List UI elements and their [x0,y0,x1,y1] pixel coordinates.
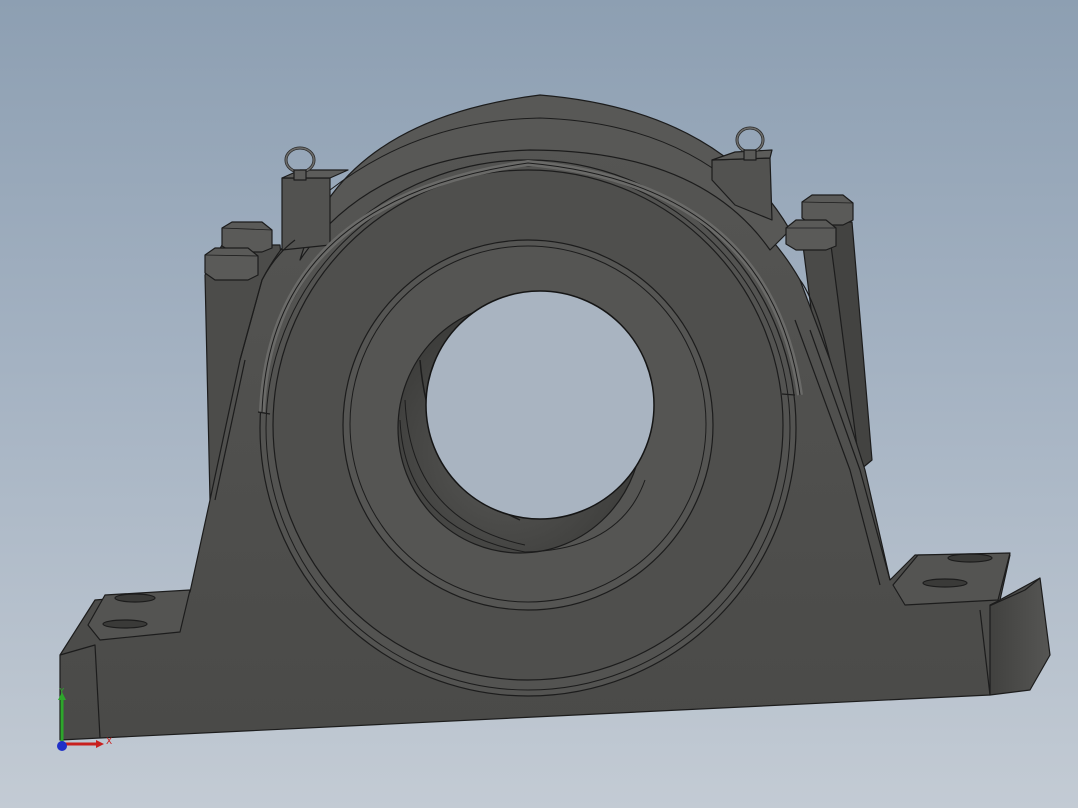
coordinate-triad: Y X [57,688,112,751]
x-axis-arrow [96,740,104,748]
left-eyebolt-post [281,177,331,251]
x-axis-label: X [106,737,112,747]
y-axis-label: Y [58,688,65,697]
z-axis-dot [57,741,67,751]
graphics-viewport[interactable] [0,0,1078,808]
pillow-block-housing-model[interactable] [59,94,1051,741]
shaft-bore-opening [425,290,655,520]
